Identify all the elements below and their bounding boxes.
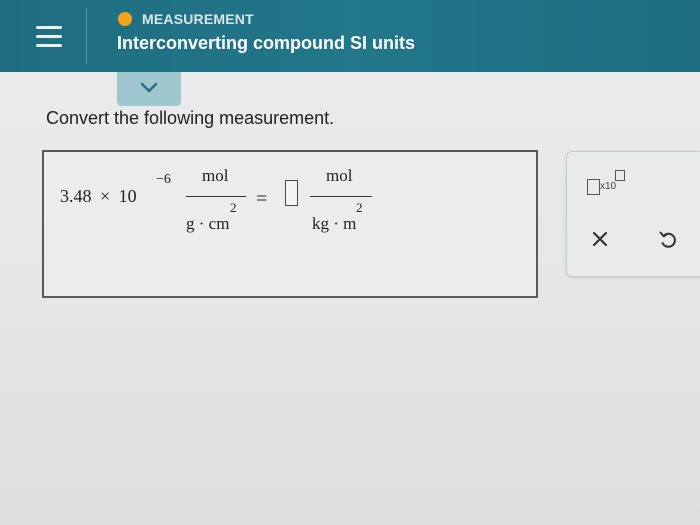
topic-row: MEASUREMENT: [118, 10, 254, 28]
divider: [86, 8, 87, 64]
exponent-box-icon: [615, 170, 625, 181]
equals-sign: =: [256, 188, 268, 210]
from-unit-power: 2: [230, 200, 237, 215]
question-prompt: Convert the following measurement.: [46, 108, 335, 128]
answer-area: 3.48 × 10 −6 mol 2 g · cm = mol 2 kg · m: [42, 150, 538, 298]
topic-label: MEASUREMENT: [142, 11, 254, 27]
from-unit-numerator: mol: [202, 166, 229, 185]
status-dot-icon: [118, 12, 132, 26]
scientific-notation-button[interactable]: x10: [587, 170, 637, 198]
undo-button[interactable]: [657, 228, 679, 250]
from-unit-fraction-bar: [186, 196, 246, 197]
collapse-button[interactable]: [117, 72, 181, 106]
undo-icon: [659, 231, 676, 248]
to-unit-power: 2: [356, 200, 363, 215]
menu-icon: [36, 26, 62, 29]
to-unit-fraction-bar: [310, 196, 372, 197]
from-unit-denominator: g · cm: [186, 214, 230, 233]
close-icon: [592, 231, 608, 247]
answer-input[interactable]: [285, 180, 298, 206]
clear-button[interactable]: [589, 228, 611, 250]
coefficient: 3.48 × 10: [60, 186, 137, 206]
chevron-down-icon: [140, 82, 158, 93]
tool-panel: x10: [566, 151, 700, 277]
menu-button[interactable]: [28, 16, 68, 56]
to-unit-denominator: kg · m: [312, 214, 357, 233]
header-bar: MEASUREMENT Interconverting compound SI …: [0, 0, 700, 72]
sci-notation-label: x10: [600, 181, 617, 192]
box-icon: [587, 179, 600, 195]
lesson-title: Interconverting compound SI units: [117, 33, 416, 53]
exponent: −6: [156, 172, 171, 187]
to-unit-numerator: mol: [326, 166, 353, 185]
